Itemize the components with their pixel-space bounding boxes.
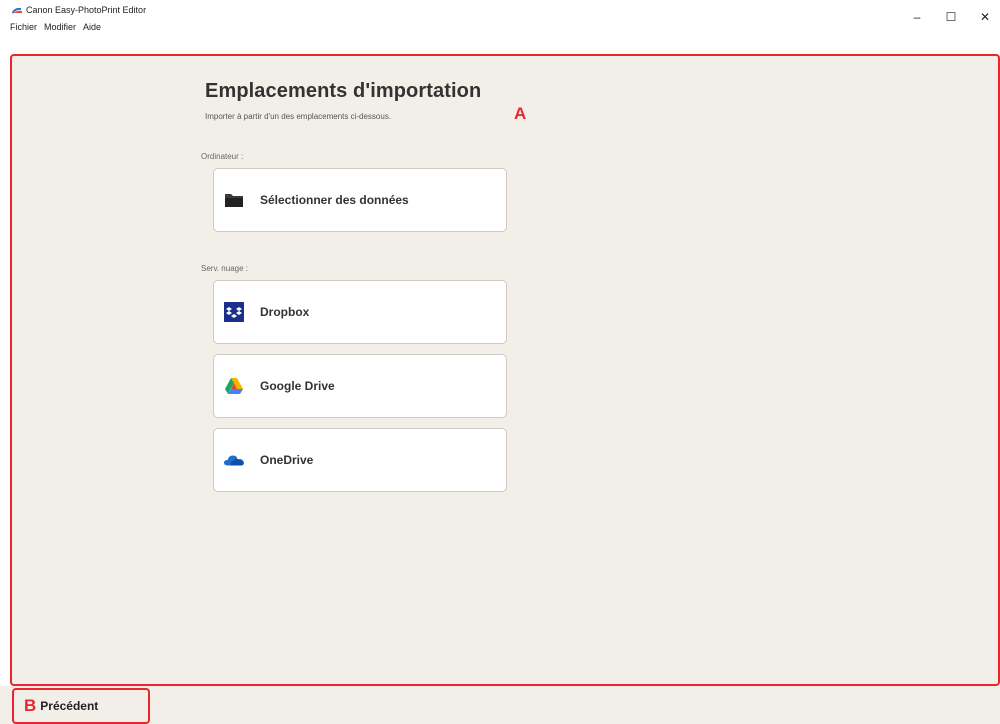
back-button-label: Précédent [40,699,99,713]
dropbox-button[interactable]: Dropbox [213,280,507,344]
annotation-marker-a: A [514,104,527,123]
app-title: Canon Easy-PhotoPrint Editor [26,5,147,15]
menu-bar: Fichier Modifier Aide [10,22,101,32]
import-content: Emplacements d'importation Importer à pa… [201,80,507,492]
maximize-button[interactable]: ☐ [938,8,964,26]
onedrive-icon [224,450,244,470]
onedrive-button[interactable]: OneDrive [213,428,507,492]
annotation-marker-b: B [24,696,37,715]
onedrive-label: OneDrive [260,453,314,467]
google-drive-icon [224,376,244,396]
dropbox-icon [224,302,244,322]
cloud-section-label: Serv. nuage : [201,264,248,273]
folder-icon [224,190,244,210]
back-button[interactable]: B Précédent [12,688,150,724]
google-drive-button[interactable]: Google Drive [213,354,507,418]
minimize-button[interactable]: – [904,8,930,26]
menu-aide[interactable]: Aide [83,22,101,32]
footer-bar [0,686,1000,724]
app-logo-icon [12,7,22,14]
import-locations-panel: A Emplacements d'importation Importer à … [10,54,1000,686]
menu-fichier[interactable]: Fichier [10,22,37,32]
menu-modifier[interactable]: Modifier [44,22,76,32]
computer-section-label: Ordinateur : [201,152,244,161]
select-data-label: Sélectionner des données [260,193,409,207]
select-data-button[interactable]: Sélectionner des données [213,168,507,232]
page-subtitle: Importer à partir d'un des emplacements … [205,112,392,121]
close-button[interactable]: ✕ [972,8,998,26]
dropbox-label: Dropbox [260,305,310,319]
title-bar: Canon Easy-PhotoPrint Editor Fichier Mod… [0,0,1000,34]
page-title: Emplacements d'importation [205,80,482,102]
google-drive-label: Google Drive [260,379,335,393]
